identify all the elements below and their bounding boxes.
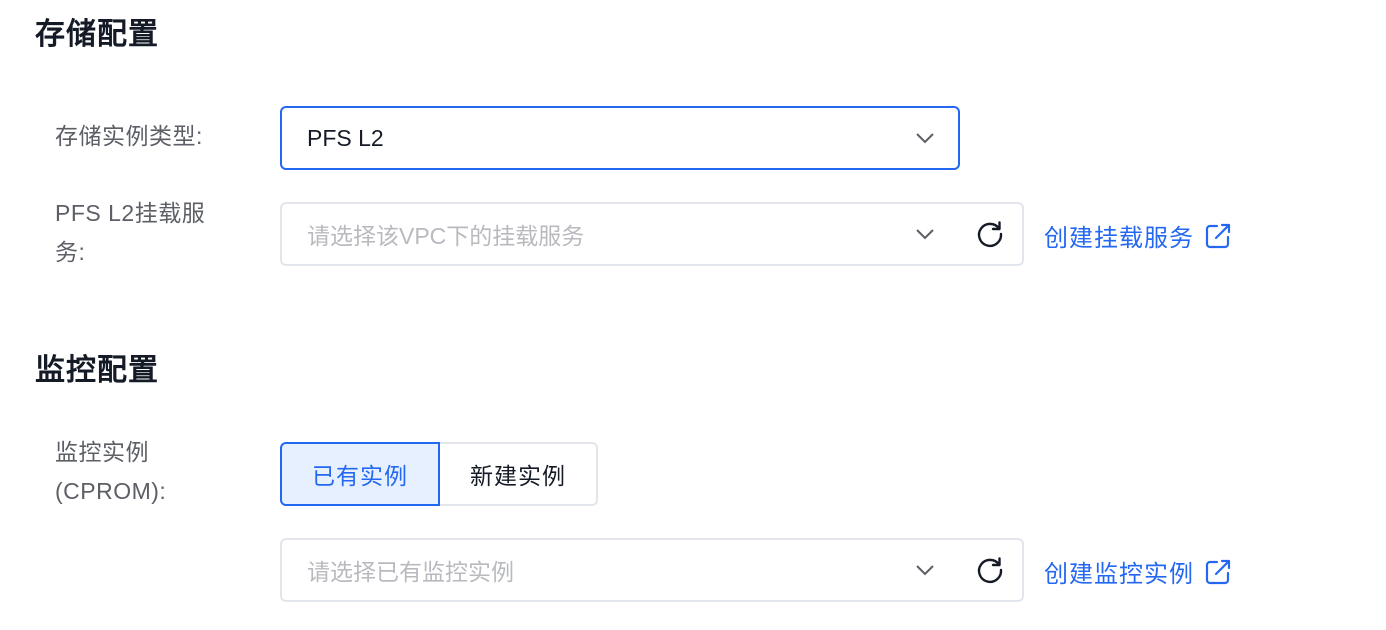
monitor-instance-label-line2: (CPROM): xyxy=(55,478,167,504)
mount-service-label-line1: PFS L2挂载服 xyxy=(55,200,206,226)
mount-service-label: PFS L2挂载服 务: xyxy=(55,194,205,272)
chevron-down-icon xyxy=(916,133,934,144)
monitor-instance-segmented-control: 已有实例 新建实例 xyxy=(280,442,598,506)
monitor-section-title: 监控配置 xyxy=(35,354,159,387)
instance-type-label: 存储实例类型: xyxy=(55,123,203,149)
create-monitor-instance-label: 创建监控实例 xyxy=(1044,561,1194,588)
create-mount-service-label: 创建挂载服务 xyxy=(1044,225,1194,252)
refresh-icon xyxy=(977,221,1003,248)
monitor-instance-select[interactable]: 请选择已有监控实例 xyxy=(280,538,960,602)
monitor-instance-refresh-button[interactable] xyxy=(958,538,1024,602)
storage-section-title: 存储配置 xyxy=(35,18,159,51)
create-mount-service-link[interactable]: 创建挂载服务 xyxy=(1044,218,1232,253)
monitor-instance-label-line1: 监控实例 xyxy=(55,439,149,465)
instance-type-value: PFS L2 xyxy=(307,124,384,151)
mount-service-refresh-button[interactable] xyxy=(958,202,1024,266)
instance-type-select[interactable]: PFS L2 xyxy=(280,106,960,170)
refresh-icon xyxy=(977,557,1003,584)
chevron-down-icon xyxy=(916,229,934,240)
external-link-icon xyxy=(1205,559,1231,584)
segment-existing-instance[interactable]: 已有实例 xyxy=(280,442,440,506)
chevron-down-icon xyxy=(916,565,934,576)
external-link-icon xyxy=(1205,223,1231,248)
mount-service-label-line2: 务: xyxy=(55,239,86,265)
mount-service-placeholder: 请选择该VPC下的挂载服务 xyxy=(307,223,585,249)
create-monitor-instance-link[interactable]: 创建监控实例 xyxy=(1044,554,1232,589)
monitor-instance-label: 监控实例 (CPROM): xyxy=(55,433,166,511)
segment-new-instance[interactable]: 新建实例 xyxy=(440,442,598,506)
mount-service-select[interactable]: 请选择该VPC下的挂载服务 xyxy=(280,202,960,266)
monitor-instance-placeholder: 请选择已有监控实例 xyxy=(307,559,514,585)
